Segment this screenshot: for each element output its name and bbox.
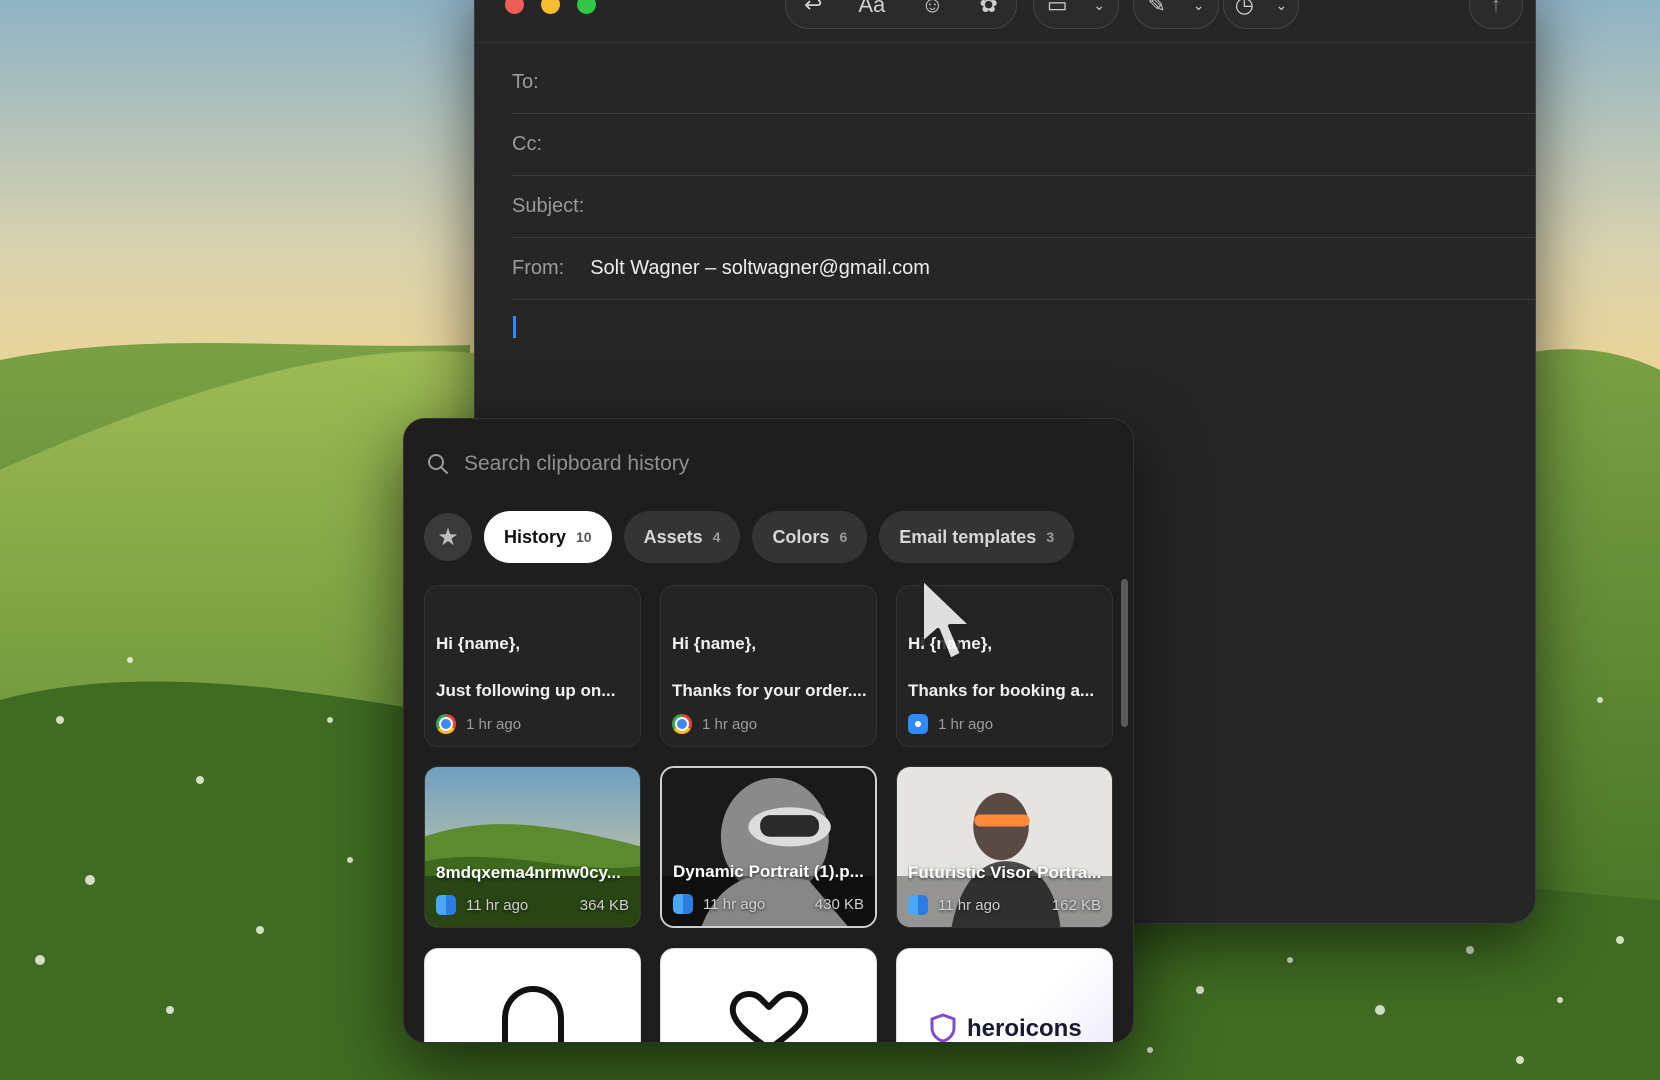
paperclip-icon: ✎	[1147, 0, 1166, 17]
item-meta: 11 hr ago 364 KB	[436, 895, 629, 915]
chevron-down-icon: ⌄	[1275, 0, 1288, 13]
from-label: From:	[512, 257, 565, 279]
emoji-icon[interactable]: ☺	[921, 0, 943, 18]
safari-icon	[908, 714, 928, 734]
subject-field[interactable]: Subject:	[512, 176, 1535, 238]
clipboard-history-panel: ★ History 10 Assets 4 Colors 6 Email tem…	[403, 418, 1134, 1043]
clipboard-item-image[interactable]: Dynamic Portrait (1).p... 11 hr ago 430 …	[660, 766, 877, 928]
tab-count: 10	[576, 529, 592, 545]
to-label: To:	[512, 71, 539, 93]
minimize-window-button[interactable]	[541, 0, 560, 14]
item-meta: 1 hr ago	[908, 714, 1101, 734]
item-preview: Thanks for booking a...	[908, 681, 1095, 700]
search-icon	[428, 454, 448, 474]
item-time: 1 hr ago	[466, 715, 522, 733]
item-time: 11 hr ago	[703, 895, 766, 913]
send-later-menu-button[interactable]: ◷ ⌄	[1223, 0, 1299, 29]
bell-icon	[502, 985, 564, 1042]
chrome-icon	[436, 714, 456, 734]
clipboard-item-asset[interactable]	[424, 948, 641, 1042]
cc-label: Cc:	[512, 133, 542, 155]
item-filename: Futuristic Visor Portra...	[908, 863, 1102, 882]
item-filename: 8mdqxema4nrmw0cy...	[436, 863, 621, 882]
chevron-down-icon: ⌄	[1192, 0, 1205, 13]
finder-icon	[436, 895, 456, 915]
text-caret	[513, 316, 516, 338]
tab-label: Colors	[772, 526, 830, 547]
finder-icon	[908, 895, 928, 915]
chevron-down-icon: ⌄	[1093, 0, 1106, 13]
to-field[interactable]: To:	[512, 52, 1535, 114]
item-size: 364 KB	[579, 896, 629, 914]
heroicons-label: heroicons	[967, 1015, 1082, 1042]
item-time: 11 hr ago	[938, 896, 1001, 914]
tab-history[interactable]: History 10	[484, 511, 612, 563]
clipboard-item-text[interactable]: Hi {name}, Just following up on... 1 hr …	[424, 585, 641, 747]
clipboard-item-asset[interactable]	[660, 948, 877, 1042]
item-preview: Just following up on...	[436, 681, 616, 700]
scrollbar[interactable]	[1121, 579, 1128, 727]
format-toolbar-group: ↩ Aa ☺ ✿	[785, 0, 1017, 29]
tab-label: Assets	[643, 526, 703, 547]
photo-browser-icon[interactable]: ✿	[980, 0, 998, 18]
clock-icon: ◷	[1234, 0, 1254, 17]
item-meta: 1 hr ago	[436, 714, 629, 734]
clipboard-item-text[interactable]: Hi {name}, Thanks for your order.... 1 h…	[660, 585, 877, 747]
clipboard-tabs: ★ History 10 Assets 4 Colors 6 Email tem…	[424, 511, 1075, 563]
heart-icon	[729, 990, 809, 1042]
item-size: 162 KB	[1051, 896, 1101, 914]
tab-label: History	[504, 526, 567, 547]
send-button[interactable]: ↑	[1469, 0, 1523, 29]
clipboard-item-image[interactable]: 8mdqxema4nrmw0cy... 11 hr ago 364 KB	[424, 766, 641, 928]
heroicons-logo	[930, 1013, 956, 1042]
tab-count: 3	[1046, 529, 1055, 545]
tab-colors[interactable]: Colors 6	[752, 511, 868, 563]
window-toolbar: ↩ Aa ☺ ✿ ▭ ⌄ ✎ ⌄ ◷ ⌄ ↑	[475, 0, 1535, 43]
clipboard-item-asset[interactable]: heroicons	[896, 948, 1113, 1042]
cc-field[interactable]: Cc:	[512, 114, 1535, 176]
window-menu-button[interactable]: ▭ ⌄	[1033, 0, 1119, 29]
close-window-button[interactable]	[505, 0, 524, 14]
mouse-cursor-icon	[920, 576, 974, 662]
item-time: 1 hr ago	[702, 715, 758, 733]
clipboard-search-input[interactable]	[464, 452, 1064, 476]
zoom-window-button[interactable]	[577, 0, 596, 14]
item-time: 1 hr ago	[938, 715, 994, 733]
clipboard-search	[426, 447, 1111, 481]
tab-count: 4	[712, 529, 721, 545]
subject-label: Subject:	[512, 195, 585, 217]
item-meta: 11 hr ago 162 KB	[908, 895, 1101, 915]
favorites-button[interactable]: ★	[424, 513, 472, 561]
item-preview: Thanks for your order....	[672, 681, 867, 700]
item-size: 430 KB	[814, 895, 864, 913]
reply-arrow-icon[interactable]: ↩	[804, 0, 822, 18]
finder-icon	[673, 894, 693, 914]
attachment-menu-button[interactable]: ✎ ⌄	[1133, 0, 1219, 29]
item-greeting: Hi {name},	[436, 634, 521, 653]
send-arrow-icon: ↑	[1491, 0, 1501, 16]
item-filename: Dynamic Portrait (1).p...	[673, 862, 864, 881]
chrome-icon	[672, 714, 692, 734]
tab-label: Email templates	[899, 526, 1037, 547]
from-field[interactable]: From: Solt Wagner – soltwagner@gmail.com	[512, 238, 1535, 300]
star-icon: ★	[437, 523, 459, 551]
tab-assets[interactable]: Assets 4	[623, 511, 741, 563]
tab-count: 6	[839, 529, 848, 545]
window-icon: ▭	[1046, 0, 1068, 17]
item-greeting: Hi {name},	[672, 634, 757, 653]
format-text-button[interactable]: Aa	[858, 0, 885, 18]
clipboard-item-image[interactable]: Futuristic Visor Portra... 11 hr ago 162…	[896, 766, 1113, 928]
item-time: 11 hr ago	[466, 896, 529, 914]
item-meta: 11 hr ago 430 KB	[673, 894, 864, 914]
from-value[interactable]: Solt Wagner – soltwagner@gmail.com	[590, 257, 930, 280]
item-meta: 1 hr ago	[672, 714, 865, 734]
tab-email-templates[interactable]: Email templates 3	[879, 511, 1075, 563]
